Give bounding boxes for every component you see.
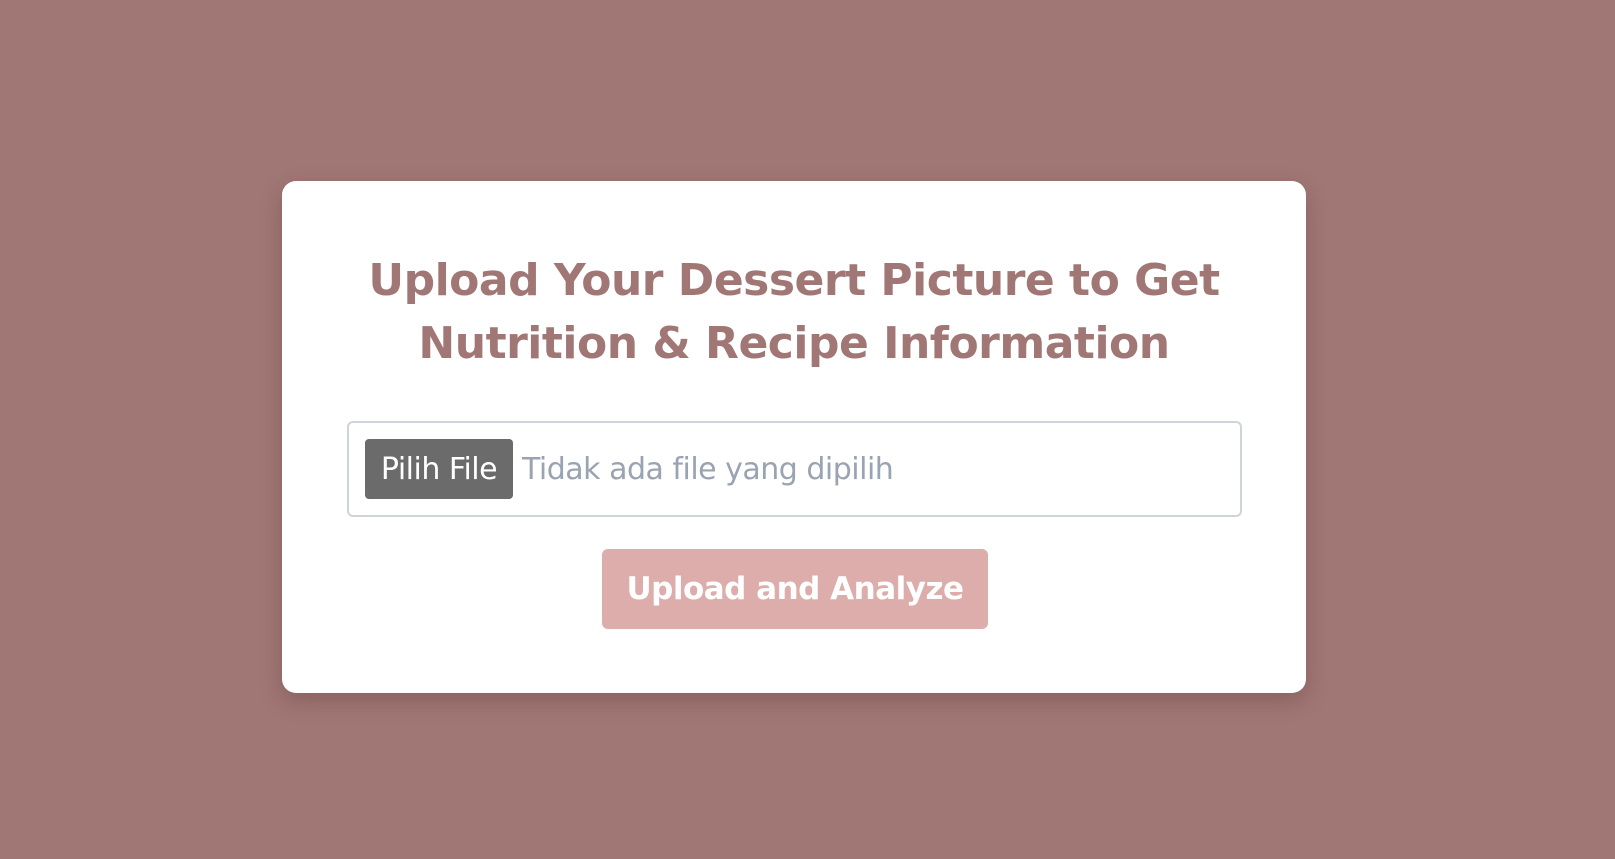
file-input[interactable]: Pilih File Tidak ada file yang dipilih — [347, 421, 1242, 517]
page-background: { "card": { "title_line_1": "Upload Your… — [0, 0, 1615, 859]
upload-card: Upload Your Dessert Picture to Get Nutri… — [282, 181, 1306, 693]
file-status-text: Tidak ada file yang dipilih — [522, 451, 894, 487]
title-line-2: Nutrition & Recipe Information — [418, 318, 1170, 369]
page-title: Upload Your Dessert Picture to Get Nutri… — [282, 249, 1306, 375]
upload-and-analyze-button[interactable]: Upload and Analyze — [602, 549, 988, 629]
title-line-1: Upload Your Dessert Picture to Get — [368, 255, 1220, 306]
choose-file-button[interactable]: Pilih File — [365, 439, 513, 499]
